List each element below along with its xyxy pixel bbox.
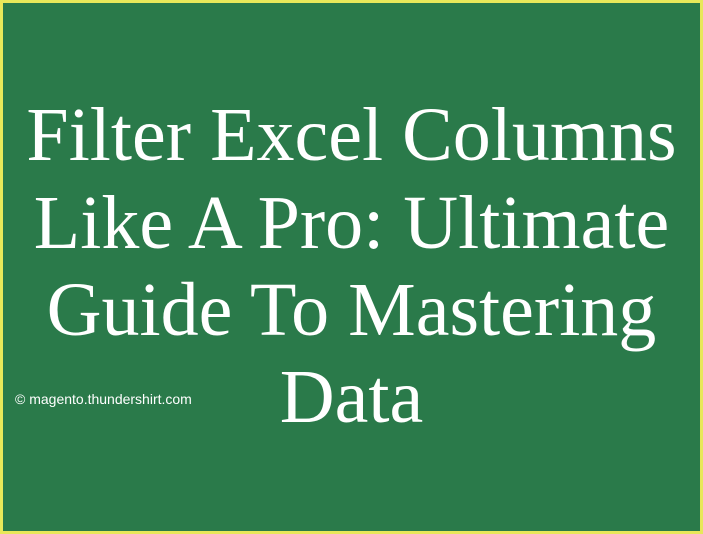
banner-container: Filter Excel Columns Like A Pro: Ultimat…	[0, 0, 703, 534]
banner-title: Filter Excel Columns Like A Pro: Ultimat…	[3, 92, 700, 442]
copyright-text: © magento.thundershirt.com	[15, 391, 192, 407]
